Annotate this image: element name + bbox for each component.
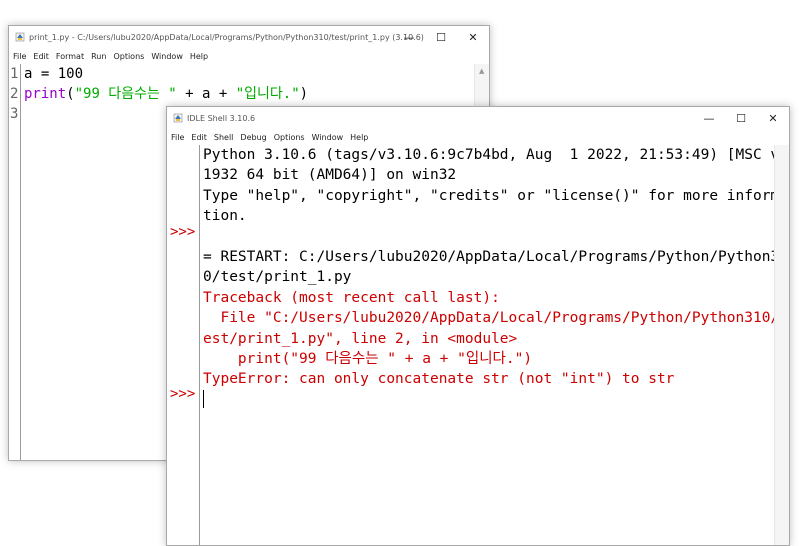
output-line: = RESTART: C:/Users/lubu2020/AppData/Loc… bbox=[203, 249, 774, 266]
close-button[interactable]: ✕ bbox=[757, 107, 789, 129]
menu-help[interactable]: Help bbox=[190, 52, 208, 61]
menu-options[interactable]: Options bbox=[274, 133, 305, 142]
operator-text: + a + bbox=[176, 86, 236, 102]
string-literal: "99 다음수는 " bbox=[74, 86, 177, 102]
menu-options[interactable]: Options bbox=[113, 52, 144, 61]
string-literal: "입니다." bbox=[235, 86, 300, 102]
output-line: 1932 64 bit (AMD64)] on win32 bbox=[203, 167, 457, 184]
editor-menubar: File Edit Format Run Options Window Help bbox=[9, 48, 489, 64]
code-line-1: a = 100 bbox=[24, 66, 84, 82]
shell-prompt: >>> bbox=[170, 386, 196, 402]
python-idle-icon bbox=[173, 113, 183, 123]
output-line: 0/test/print_1.py bbox=[203, 269, 352, 286]
paren: ) bbox=[299, 86, 309, 102]
code-line-2: print("99 다음수는 " + a + "입니다.") bbox=[24, 84, 474, 104]
output-line: Python 3.10.6 (tags/v3.10.6:9c7b4bd, Aug… bbox=[203, 147, 774, 163]
menu-shell[interactable]: Shell bbox=[214, 133, 234, 142]
input-line[interactable] bbox=[203, 389, 774, 410]
line-number: 2 bbox=[10, 86, 19, 102]
menu-window[interactable]: Window bbox=[151, 52, 183, 61]
prompt-gutter: >>> >>> bbox=[167, 145, 200, 545]
menu-debug[interactable]: Debug bbox=[240, 133, 266, 142]
output-line: Type "help", "copyright", "credits" or "… bbox=[203, 187, 774, 204]
shell-scrollbar[interactable] bbox=[774, 145, 789, 545]
shell-titlebar[interactable]: IDLE Shell 3.10.6 — ☐ ✕ bbox=[167, 107, 789, 129]
python-idle-icon bbox=[15, 32, 25, 42]
menu-window[interactable]: Window bbox=[312, 133, 344, 142]
menu-help[interactable]: Help bbox=[350, 133, 368, 142]
menu-run[interactable]: Run bbox=[91, 52, 106, 61]
shell-prompt: >>> bbox=[170, 224, 196, 240]
traceback-line: print("99 다음수는 " + a + "입니다.") bbox=[203, 351, 533, 368]
error-message: TypeError: can only concatenate str (not… bbox=[203, 371, 675, 388]
editor-titlebar[interactable]: print_1.py - C:/Users/lubu2020/AppData/L… bbox=[9, 26, 489, 48]
keyword-print: print bbox=[24, 86, 67, 102]
menu-edit[interactable]: Edit bbox=[191, 133, 207, 142]
minimize-button[interactable]: — bbox=[693, 107, 725, 129]
menu-edit[interactable]: Edit bbox=[33, 52, 49, 61]
close-button[interactable]: ✕ bbox=[457, 26, 489, 48]
scroll-up-icon[interactable]: ▲ bbox=[479, 67, 484, 75]
maximize-button[interactable]: ☐ bbox=[725, 107, 757, 129]
paren: ( bbox=[66, 86, 75, 102]
minimize-button[interactable]: — bbox=[393, 26, 425, 48]
shell-output[interactable]: Python 3.10.6 (tags/v3.10.6:9c7b4bd, Aug… bbox=[200, 145, 774, 545]
text-cursor bbox=[203, 389, 204, 408]
menu-format[interactable]: Format bbox=[56, 52, 84, 61]
line-number: 1 bbox=[10, 66, 19, 82]
menu-file[interactable]: File bbox=[171, 133, 184, 142]
line-number-gutter: 1 2 3 bbox=[9, 64, 21, 460]
traceback-line: File "C:/Users/lubu2020/AppData/Local/Pr… bbox=[203, 310, 774, 327]
shell-menubar: File Edit Shell Debug Options Window Hel… bbox=[167, 129, 789, 145]
shell-window: IDLE Shell 3.10.6 — ☐ ✕ File Edit Shell … bbox=[166, 106, 790, 546]
maximize-button[interactable]: ☐ bbox=[425, 26, 457, 48]
menu-file[interactable]: File bbox=[13, 52, 26, 61]
traceback-line: Traceback (most recent call last): bbox=[203, 289, 500, 306]
output-line: tion. bbox=[203, 208, 247, 225]
editor-title: print_1.py - C:/Users/lubu2020/AppData/L… bbox=[29, 32, 424, 42]
line-number: 3 bbox=[10, 106, 19, 122]
shell-title: IDLE Shell 3.10.6 bbox=[187, 113, 256, 123]
traceback-line: est/print_1.py", line 2, in <module> bbox=[203, 330, 518, 347]
